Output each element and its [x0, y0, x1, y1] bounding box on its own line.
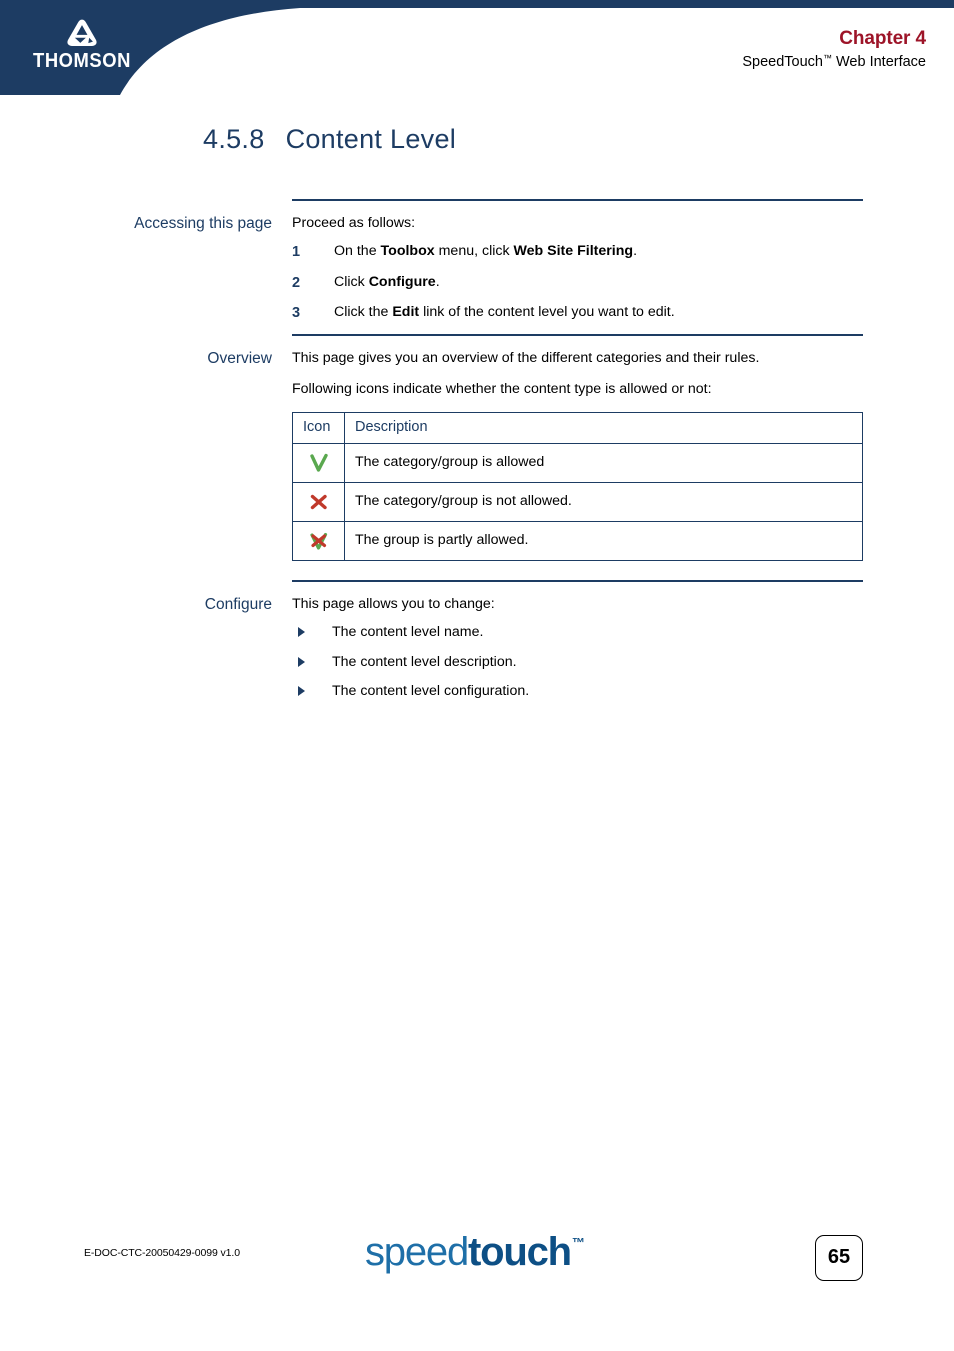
speedtouch-logo: speedtouch™	[365, 1232, 585, 1272]
step-number: 1	[292, 243, 301, 260]
thomson-logo-icon	[67, 19, 97, 46]
configure-bullet-list: The content level name. The content leve…	[292, 624, 892, 701]
table-row: The group is partly allowed.	[292, 520, 863, 561]
table-header-row: Icon Description	[292, 411, 863, 444]
thomson-logo-text: THOMSON	[33, 50, 131, 72]
partly-allowed-icon	[309, 532, 327, 550]
description-cell: The category/group is allowed	[344, 442, 863, 483]
column-header-icon: Icon	[292, 411, 345, 444]
section-body-configure: This page allows you to change: The cont…	[292, 596, 892, 713]
step-number: 2	[292, 274, 301, 291]
step-bold-1: Edit	[392, 304, 420, 321]
column-header-description: Description	[344, 411, 863, 444]
list-item: The content level configuration.	[292, 683, 892, 701]
step-text-pre: Click the	[334, 304, 393, 321]
icon-cell	[292, 481, 345, 522]
page-title-text: Content Level	[285, 124, 457, 154]
icon-cell	[292, 442, 345, 483]
step-bold-2: Web Site Filtering	[513, 242, 634, 259]
chapter-label: Chapter 4	[839, 28, 926, 49]
list-item: The content level description.	[292, 654, 892, 672]
page-header: THOMSON Chapter 4 SpeedTouch™ Web Interf…	[0, 0, 954, 95]
page-footer: E-DOC-CTC-20050429-0099 v1.0 speedtouch™…	[0, 1232, 954, 1292]
chapter-subtitle-product: SpeedTouch	[742, 53, 823, 70]
trademark-icon: ™	[571, 1235, 585, 1250]
step-text-post: .	[633, 242, 638, 259]
list-item-label: The content level configuration.	[332, 683, 530, 700]
speedtouch-logo-speed: speed	[365, 1230, 469, 1274]
chapter-subtitle: SpeedTouch™ Web Interface	[742, 52, 926, 73]
step-number: 3	[292, 305, 301, 322]
page-title-number: 4.5.8	[203, 124, 265, 154]
step-text-mid: link of the content level you want to ed…	[419, 304, 675, 321]
step-item: 1 On the Toolbox menu, click Web Site Fil…	[292, 243, 892, 261]
section-divider	[292, 199, 863, 201]
page-number-box: 65	[815, 1235, 863, 1281]
thomson-logo: THOMSON	[22, 18, 142, 71]
not-allowed-cross-icon	[310, 494, 327, 509]
configure-intro: This page allows you to change:	[292, 596, 495, 612]
accessing-intro: Proceed as follows:	[292, 215, 416, 231]
overview-paragraph-2: Following icons indicate whether the con…	[292, 380, 712, 397]
step-bold-1: Configure	[368, 273, 436, 290]
description-cell: The category/group is not allowed.	[344, 481, 863, 522]
list-item: The content level name.	[292, 624, 892, 642]
arrow-bullet-icon	[298, 626, 305, 637]
icon-legend-table: Icon Description The category/group is a…	[292, 411, 863, 561]
section-label-configure: Configure	[204, 596, 272, 613]
allowed-check-icon	[309, 453, 328, 472]
page-title: 4.5.8 Content Level	[203, 124, 456, 155]
section-divider	[292, 334, 863, 336]
table-row: The category/group is allowed	[292, 442, 863, 483]
accessing-steps-list: 1 On the Toolbox menu, click Web Site Fil…	[292, 243, 892, 322]
speedtouch-logo-touch: touch	[468, 1230, 572, 1274]
step-item: 3 Click the Edit link of the content leve…	[292, 304, 892, 322]
step-item: 2 Click Configure.	[292, 274, 892, 292]
section-body-overview: This page gives you an overview of the d…	[292, 350, 865, 561]
header-chapter-block: Chapter 4 SpeedTouch™ Web Interface	[742, 28, 926, 72]
section-label-accessing: Accessing this page	[134, 215, 272, 232]
step-bold-1: Toolbox	[380, 242, 435, 259]
trademark-icon: ™	[822, 52, 832, 63]
step-text-post: .	[435, 273, 440, 290]
step-text-pre: On the	[334, 242, 381, 259]
list-item-label: The content level name.	[332, 623, 484, 640]
chapter-subtitle-rest: Web Interface	[831, 53, 926, 70]
description-cell: The group is partly allowed.	[344, 520, 863, 561]
document-code: E-DOC-CTC-20050429-0099 v1.0	[84, 1247, 240, 1259]
table-row: The category/group is not allowed.	[292, 481, 863, 522]
arrow-bullet-icon	[298, 656, 305, 667]
section-label-overview: Overview	[207, 350, 272, 367]
step-text-pre: Click	[334, 273, 369, 290]
arrow-bullet-icon	[298, 686, 305, 697]
icon-cell	[292, 520, 345, 561]
section-body-accessing: Proceed as follows: 1 On the Toolbox menu…	[292, 215, 892, 335]
step-text-mid: menu, click	[434, 242, 514, 259]
list-item-label: The content level description.	[332, 653, 517, 670]
page-number: 65	[827, 1246, 851, 1268]
section-divider	[292, 580, 863, 582]
overview-paragraph-1: This page gives you an overview of the d…	[292, 350, 760, 366]
